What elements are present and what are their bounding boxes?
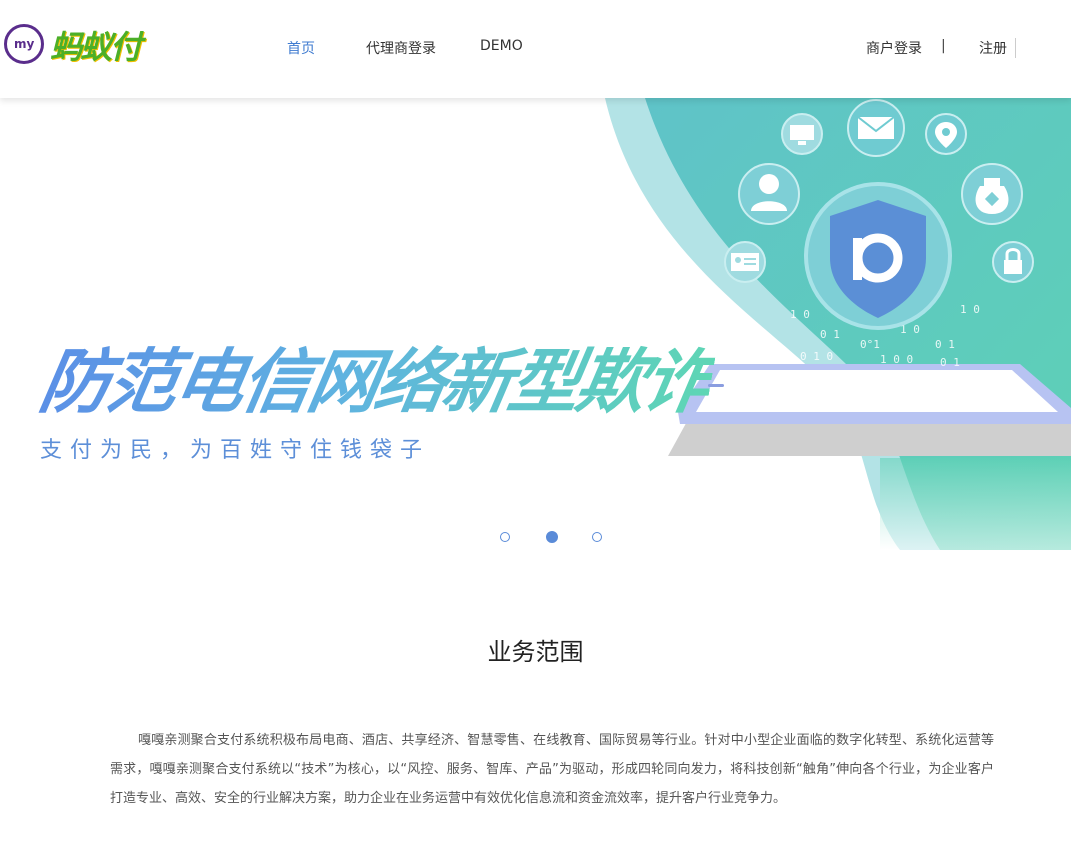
nav-separator: |: [941, 38, 946, 54]
site-logo[interactable]: my 蚂蚁付: [4, 22, 154, 66]
svg-text:0 1: 0 1: [940, 356, 960, 369]
carousel-dot-2-active[interactable]: [546, 531, 558, 543]
svg-text:1 0 0: 1 0 0: [880, 353, 913, 366]
id-card-icon: [724, 241, 766, 283]
carousel-dot-3[interactable]: [592, 532, 602, 542]
nav-demo[interactable]: DEMO: [480, 38, 523, 54]
logo-text: 蚂蚁付: [50, 28, 142, 66]
location-icon: [925, 113, 967, 155]
carousel-dot-1[interactable]: [500, 532, 510, 542]
svg-text:0 1: 0 1: [935, 338, 955, 351]
tablet-screen: [696, 370, 1058, 412]
user-icon: [738, 163, 800, 225]
lock-icon: [992, 241, 1034, 283]
svg-text:1 0: 1 0: [960, 303, 980, 316]
svg-text:0 1: 0 1: [820, 328, 840, 341]
banner-subline: 支付为民，为百姓守住钱袋子: [40, 438, 431, 463]
svg-text:1 0: 1 0: [790, 308, 810, 321]
monitor-icon: [781, 113, 823, 155]
logo-mark-icon: my: [4, 24, 44, 64]
hero-banner[interactable]: 1 00 1 0°1 1 00 11 0 0 1 01 0 00 1 防范电信网…: [0, 98, 1071, 550]
banner-illustration: 1 00 10°1 1 00 11 0 0 1 01 0 00 1: [605, 98, 1071, 550]
nav-merchant-login[interactable]: 商户登录: [866, 38, 922, 58]
nav-register[interactable]: 注册: [979, 38, 1016, 58]
mail-icon: [847, 99, 905, 157]
svg-text:0°1: 0°1: [860, 338, 880, 351]
nav-home[interactable]: 首页: [287, 38, 315, 58]
nav-agent-login[interactable]: 代理商登录: [366, 38, 436, 58]
svg-text:0 1 0: 0 1 0: [800, 350, 833, 363]
banner-headline: 防范电信网络新型欺诈: [33, 326, 721, 427]
money-bag-icon: [961, 163, 1023, 225]
section-description: 嘎嘎亲测聚合支付系统积极布局电商、酒店、共享经济、智慧零售、在线教育、国际贸易等…: [110, 733, 994, 806]
site-header: my 蚂蚁付 首页 代理商登录 DEMO 商户登录 | 注册: [0, 0, 1071, 98]
section-title: 业务范围: [487, 638, 584, 666]
